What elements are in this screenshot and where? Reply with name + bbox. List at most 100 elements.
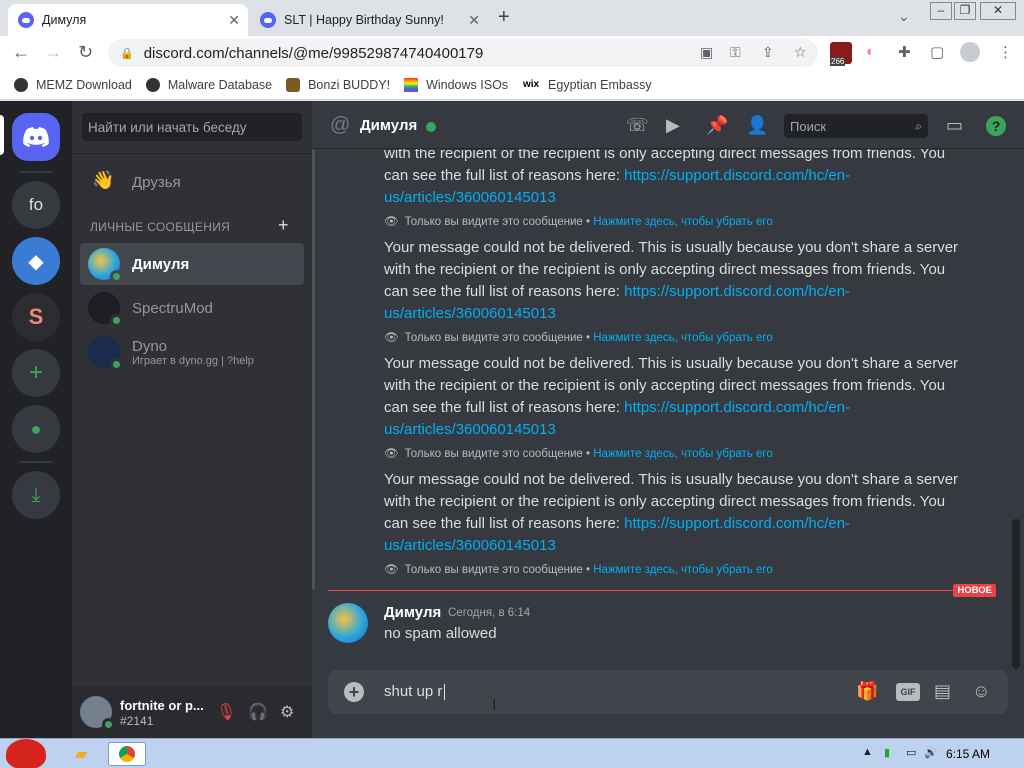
tab-title: Димуля <box>42 13 87 27</box>
text-caret <box>444 684 446 701</box>
key-icon[interactable]: ⚿ <box>730 44 741 61</box>
inbox-icon[interactable]: ▭ <box>946 115 963 136</box>
spectrum-logo-icon: S <box>28 304 44 329</box>
new-tab-button[interactable]: + <box>498 6 510 29</box>
server-spectrum[interactable]: S <box>12 293 60 341</box>
create-dm-button[interactable]: + <box>278 215 289 236</box>
add-friend-to-dm-icon[interactable]: 👤 <box>746 115 768 136</box>
start-button-angry-bird-icon[interactable] <box>6 739 46 768</box>
dismiss-message-link[interactable]: Нажмите здесь, чтобы убрать его <box>593 332 772 344</box>
message-input[interactable]: shut up r <box>384 683 446 701</box>
bookmark-memz[interactable]: MEMZ Download <box>14 77 132 92</box>
attach-plus-icon[interactable]: + <box>344 682 364 702</box>
display-icon[interactable]: ▭ <box>906 746 916 759</box>
dm-item-dimulya[interactable]: Димуля <box>80 243 304 285</box>
settings-gear-icon[interactable]: ⚙ <box>280 702 294 722</box>
online-status-icon <box>110 270 123 283</box>
extension-icon[interactable]: ◐ <box>866 43 875 60</box>
server-mrbeast-avatar[interactable]: ◆ <box>12 237 60 285</box>
dm-item-dyno[interactable]: Dyno Играет в dyno.gg | ?help <box>80 331 304 373</box>
close-window-button[interactable]: ✕ <box>980 2 1016 20</box>
extension-badge-icon[interactable]: 266 <box>830 42 852 66</box>
close-tab-icon[interactable]: ✕ <box>228 12 240 29</box>
forward-button[interactable]: → <box>44 42 62 63</box>
emoji-icon[interactable]: ☺ <box>972 681 990 702</box>
sidepanel-icon[interactable]: ▢ <box>930 43 944 61</box>
mute-mic-icon[interactable]: 🎙 <box>216 702 236 722</box>
message-timestamp: Сегодня, в 6:14 <box>448 607 531 619</box>
tab-dimulya[interactable]: Димуля ✕ <box>8 4 248 36</box>
message-author-avatar[interactable] <box>328 603 368 643</box>
dismiss-message-link[interactable]: Нажмите здесь, чтобы убрать его <box>593 448 772 460</box>
ephemeral-note: Только вы видите это сообщение • <box>404 564 591 576</box>
gift-icon[interactable]: 🎁 <box>856 681 878 702</box>
ibeam-cursor-icon: I <box>492 697 497 714</box>
bookmark-star-icon[interactable]: ☆ <box>794 44 807 61</box>
home-button[interactable] <box>12 113 60 161</box>
explore-servers-button[interactable]: ● <box>12 405 60 453</box>
divider <box>72 153 312 154</box>
dm-search-input[interactable]: Найти или начать беседу <box>82 113 302 141</box>
tab-slt[interactable]: SLT | Happy Birthday Sunny! ✕ <box>250 4 488 36</box>
menu-icon[interactable]: ⋮ <box>998 43 1013 61</box>
taskbar: ▰ ▲ ▮ ▭ 🔊 6:15 AM <box>0 738 1024 768</box>
close-tab-icon[interactable]: ✕ <box>468 12 480 29</box>
wix-icon: wix <box>522 79 540 90</box>
message-composer[interactable]: + shut up r 🎁 GIF ▤ ☺ <box>328 670 1008 714</box>
message-partial: with the recipient or the recipient is o… <box>384 149 960 231</box>
rainbow-flag-icon <box>404 77 419 92</box>
minimize-button[interactable]: – <box>930 2 952 20</box>
clock[interactable]: 6:15 AM <box>946 747 990 761</box>
help-icon[interactable]: ? <box>986 116 1006 136</box>
volume-icon[interactable]: 🔊 <box>924 746 938 759</box>
tab-search-chevron-icon[interactable]: ⌄ <box>898 8 910 25</box>
chat-search-input[interactable]: Поиск ⌕ <box>784 114 928 138</box>
compass-icon: ● <box>30 418 42 439</box>
ephemeral-note: Только вы видите это сообщение • <box>404 448 591 460</box>
maximize-button[interactable]: ❐ <box>954 2 976 20</box>
friends-label: Друзья <box>132 173 181 191</box>
blocked-icon[interactable]: ▣ <box>700 44 713 61</box>
dm-item-spectrumod[interactable]: SpectruMod <box>80 287 304 329</box>
voice-call-icon[interactable]: ☏ <box>626 115 649 136</box>
scrollbar-thumb[interactable] <box>1012 519 1020 669</box>
video-call-icon[interactable]: ▶ <box>666 115 680 136</box>
back-button[interactable]: ← <box>12 42 30 63</box>
browser-toolbar: ← → ↻ 🔒 discord.com/channels/@me/9985298… <box>0 36 1024 70</box>
message-input-value: shut up r <box>384 683 443 700</box>
dismiss-message-link[interactable]: Нажмите здесь, чтобы убрать его <box>593 564 772 576</box>
extension-badge-count: 266 <box>830 57 846 66</box>
server-fo[interactable]: fo <box>12 181 60 229</box>
share-icon[interactable]: ⇪ <box>762 44 774 61</box>
reload-button[interactable]: ↻ <box>78 42 93 63</box>
message-author[interactable]: Димуля <box>384 604 441 621</box>
friends-button[interactable]: 👋 Друзья <box>80 161 304 203</box>
profile-avatar[interactable] <box>960 42 980 62</box>
bookmark-label: Malware Database <box>167 77 273 92</box>
pinned-messages-icon[interactable]: 📌 <box>706 115 728 136</box>
puzzle-icon[interactable]: ✚ <box>898 43 911 61</box>
gif-picker-icon[interactable]: GIF <box>896 683 920 701</box>
user-avatar[interactable] <box>80 696 115 731</box>
bookmark-windows-isos[interactable]: Windows ISOs <box>404 77 508 92</box>
add-server-button[interactable]: + <box>12 349 60 397</box>
dm-name: Димуля <box>132 255 190 273</box>
message-text: no spam allowed <box>384 625 497 642</box>
sticker-icon[interactable]: ▤ <box>934 681 951 702</box>
dm-search-placeholder: Найти или начать беседу <box>88 119 247 135</box>
bookmark-egyptian-embassy[interactable]: wix Egyptian Embassy <box>522 78 652 92</box>
bookmark-bonzi[interactable]: Bonzi BUDDY! <box>286 77 390 92</box>
network-icon[interactable]: ▮ <box>884 746 890 759</box>
bookmark-malware[interactable]: Malware Database <box>145 77 273 92</box>
message-group-bar <box>312 149 315 589</box>
discord-favicon-icon <box>18 12 34 28</box>
show-hidden-icons[interactable]: ▲ <box>862 746 873 758</box>
chrome-taskbar-icon[interactable] <box>108 742 146 766</box>
headphones-icon[interactable]: 🎧 <box>248 702 268 722</box>
ephemeral-note: Только вы видите это сообщение • <box>404 216 591 228</box>
plus-icon: + <box>28 359 43 386</box>
download-apps-button[interactable]: ⤓ <box>12 471 60 519</box>
username[interactable]: fortnite or p... <box>120 698 204 713</box>
explorer-taskbar-icon[interactable]: ▰ <box>62 742 100 766</box>
dismiss-message-link[interactable]: Нажмите здесь, чтобы убрать его <box>593 216 772 228</box>
